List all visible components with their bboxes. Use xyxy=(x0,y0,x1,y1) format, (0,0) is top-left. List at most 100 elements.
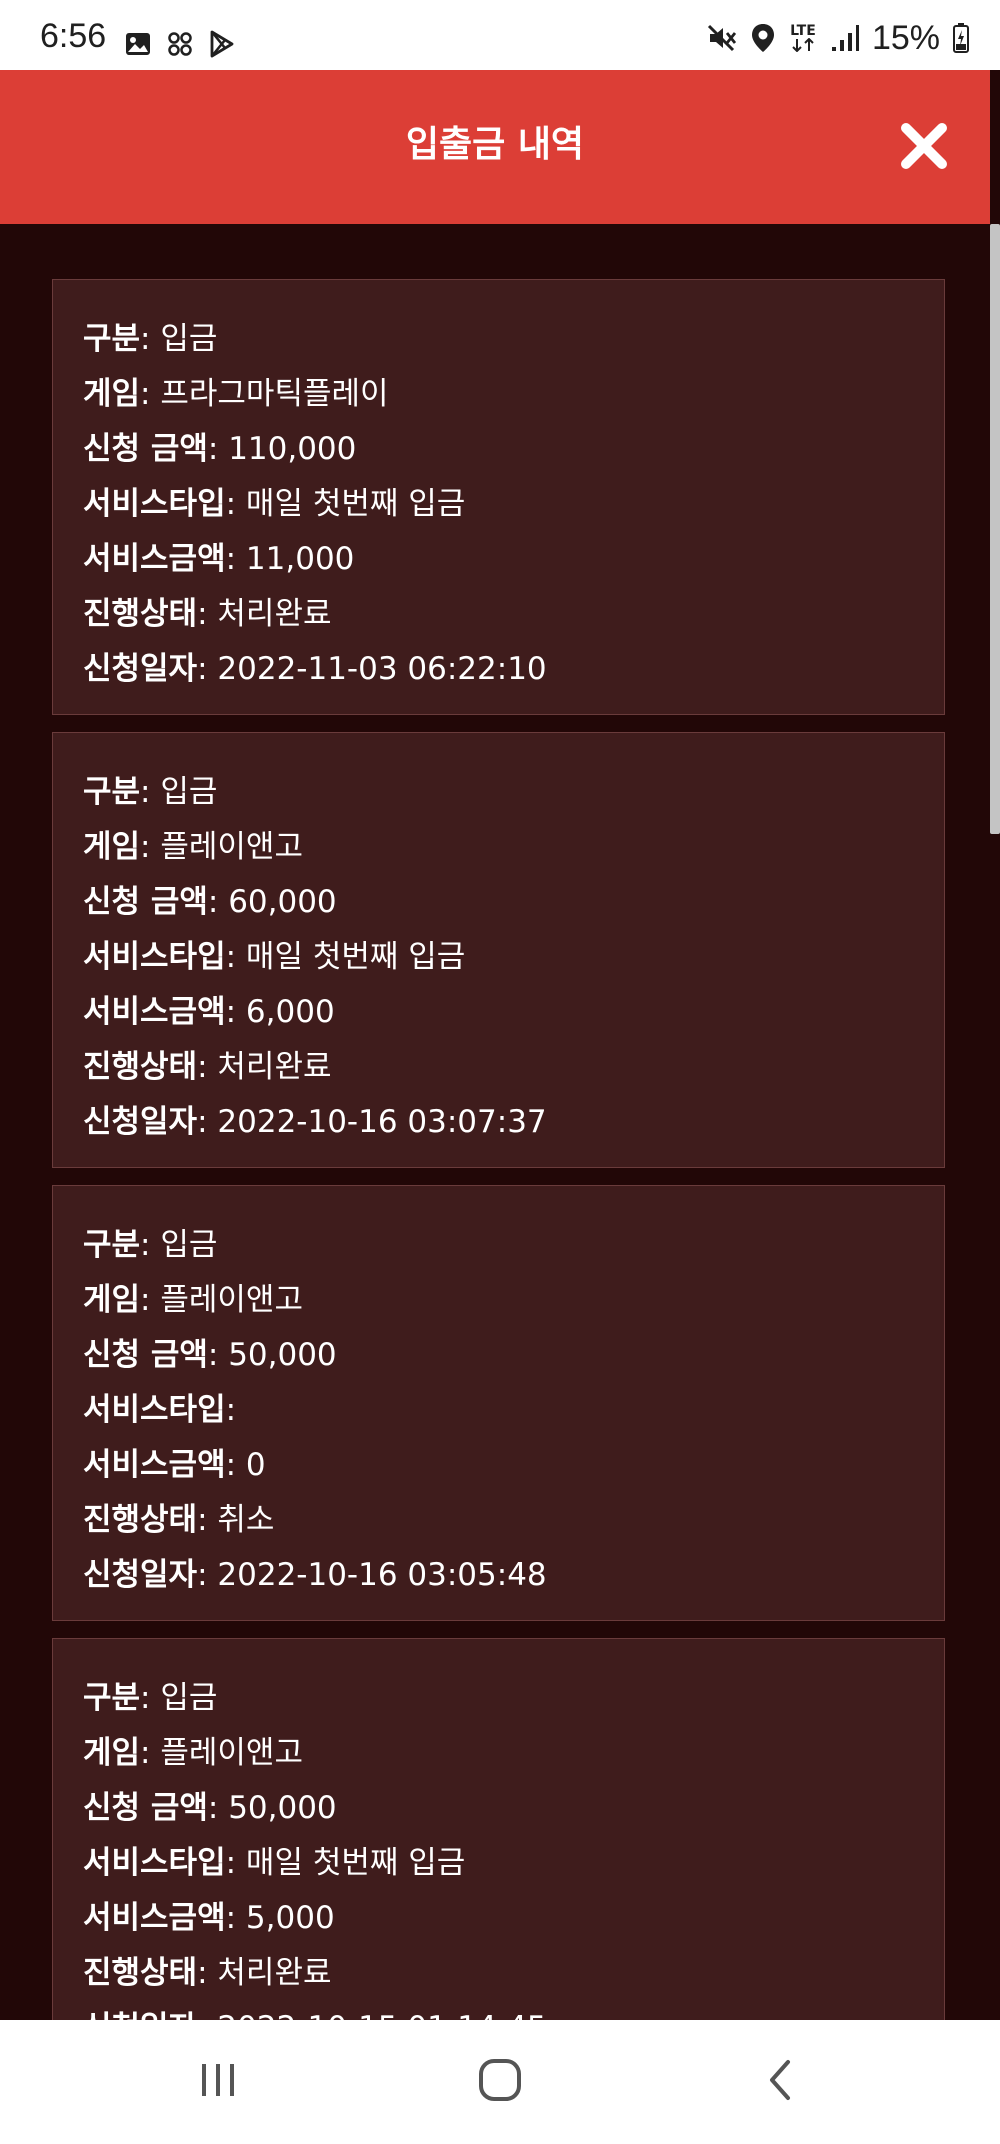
service-type-value: 매일 첫번째 입금 xyxy=(245,486,466,522)
date-value: 2022-10-16 03:05:48 xyxy=(217,1557,547,1593)
service-type-value: 매일 첫번째 입금 xyxy=(245,939,466,975)
app-header: 입출금 내역 xyxy=(0,70,990,224)
amount-label: 신청 금액 xyxy=(83,884,208,920)
separator: : xyxy=(140,376,161,412)
separator: : xyxy=(140,1735,161,1771)
amount-value: 50,000 xyxy=(228,1337,337,1373)
recent-apps-icon xyxy=(196,2060,240,2104)
service-amount-label: 서비스금액 xyxy=(83,994,226,1030)
separator: : xyxy=(225,1392,237,1428)
separator: : xyxy=(197,1557,218,1593)
game-value: 플레이앤고 xyxy=(160,829,303,865)
amount-value: 110,000 xyxy=(228,431,357,467)
row-service-amount: 서비스금액: 0 xyxy=(83,1438,914,1493)
gallery-icon xyxy=(124,30,152,58)
row-status: 진행상태: 처리완료 xyxy=(83,1040,914,1095)
close-button[interactable] xyxy=(898,120,950,172)
separator: : xyxy=(225,486,246,522)
service-type-label: 서비스타입 xyxy=(83,486,226,522)
status-value: 처리완료 xyxy=(217,1955,332,1991)
date-label: 신청일자 xyxy=(83,2010,197,2020)
play-store-icon xyxy=(208,30,236,58)
row-status: 진행상태: 취소 xyxy=(83,1493,914,1548)
lte-label: LTE xyxy=(790,23,816,39)
battery-percentage: 15% xyxy=(871,19,940,57)
apps-icon xyxy=(166,30,194,58)
amount-label: 신청 금액 xyxy=(83,1337,208,1373)
separator: : xyxy=(140,321,161,357)
transaction-list[interactable]: 구분: 입금 게임: 프라그마틱플레이 신청 금액: 110,000 서비스타입… xyxy=(0,224,990,2020)
row-service-amount: 서비스금액: 5,000 xyxy=(83,1891,914,1946)
separator: : xyxy=(207,884,229,920)
service-amount-label: 서비스금액 xyxy=(83,1900,226,1936)
row-date: 신청일자: 2022-10-16 03:07:37 xyxy=(83,1095,914,1150)
separator: : xyxy=(225,994,246,1030)
status-value: 처리완료 xyxy=(217,1049,332,1085)
separator: : xyxy=(197,651,218,687)
close-icon xyxy=(898,123,950,176)
separator: : xyxy=(197,1049,218,1085)
status-value: 취소 xyxy=(217,1502,275,1538)
row-amount: 신청 금액: 50,000 xyxy=(83,1328,914,1383)
category-value: 입금 xyxy=(160,774,218,810)
status-time: 6:56 xyxy=(40,17,107,55)
row-service-amount: 서비스금액: 6,000 xyxy=(83,985,914,1040)
status-bar: 6:56 LTE 15% xyxy=(0,0,1000,70)
back-button[interactable] xyxy=(748,2050,812,2114)
separator: : xyxy=(140,1282,161,1318)
row-category: 구분: 입금 xyxy=(83,312,914,367)
date-value: 2022-10-16 03:07:37 xyxy=(217,1104,547,1140)
date-label: 신청일자 xyxy=(83,1557,198,1593)
game-value: 프라그마틱플레이 xyxy=(160,376,389,412)
game-label: 게임 xyxy=(83,1735,141,1771)
recent-apps-button[interactable] xyxy=(186,2050,250,2114)
separator: : xyxy=(140,1680,161,1716)
row-service-type: 서비스타입: 매일 첫번째 입금 xyxy=(83,477,914,532)
row-service-type: 서비스타입: 매일 첫번째 입금 xyxy=(83,930,914,985)
status-value: 처리완료 xyxy=(217,596,332,632)
row-service-amount: 서비스금액: 11,000 xyxy=(83,532,914,587)
category-label: 구분 xyxy=(83,321,141,357)
scrollbar-thumb[interactable] xyxy=(990,224,1000,834)
service-type-label: 서비스타입 xyxy=(83,1845,226,1881)
game-label: 게임 xyxy=(83,376,141,412)
row-game: 게임: 플레이앤고 xyxy=(83,820,914,875)
lte-indicator: LTE xyxy=(788,24,818,52)
row-service-type: 서비스타입: xyxy=(83,1383,914,1438)
amount-value: 60,000 xyxy=(228,884,337,920)
row-service-type: 서비스타입: 매일 첫번째 입금 xyxy=(83,1836,914,1891)
separator: : xyxy=(225,1845,246,1881)
service-type-value: 매일 첫번째 입금 xyxy=(245,1845,466,1881)
separator: : xyxy=(225,1900,246,1936)
row-date: 신청일자: 2022-11-03 06:22:10 xyxy=(83,642,914,697)
status-label: 진행상태 xyxy=(83,1955,198,1991)
service-type-label: 서비스타입 xyxy=(83,939,226,975)
row-game: 게임: 플레이앤고 xyxy=(83,1726,914,1781)
amount-value: 50,000 xyxy=(228,1790,337,1826)
status-label: 진행상태 xyxy=(83,1502,198,1538)
service-amount-label: 서비스금액 xyxy=(83,1447,226,1483)
category-label: 구분 xyxy=(83,1680,141,1716)
separator: : xyxy=(197,1502,218,1538)
notification-icons xyxy=(124,24,236,64)
row-date: 신청일자: 2022-10-15 01:14:45 xyxy=(83,2001,914,2020)
row-date: 신청일자: 2022-10-16 03:05:48 xyxy=(83,1548,914,1603)
row-status: 진행상태: 처리완료 xyxy=(83,1946,914,2001)
home-icon xyxy=(477,2057,523,2107)
transaction-card: 구분: 입금 게임: 플레이앤고 신청 금액: 60,000 서비스타입: 매일… xyxy=(52,732,945,1168)
navigation-bar xyxy=(0,2020,1000,2144)
game-label: 게임 xyxy=(83,1282,141,1318)
separator: : xyxy=(197,1104,218,1140)
date-value: 2022-10-15 01:14:45 xyxy=(217,2010,546,2020)
amount-label: 신청 금액 xyxy=(83,1790,208,1826)
row-game: 게임: 프라그마틱플레이 xyxy=(83,367,914,422)
separator: : xyxy=(207,1337,229,1373)
game-value: 플레이앤고 xyxy=(160,1735,303,1771)
separator: : xyxy=(140,829,161,865)
category-label: 구분 xyxy=(83,774,141,810)
service-amount-value: 11,000 xyxy=(245,541,355,577)
separator: : xyxy=(225,939,246,975)
back-icon xyxy=(762,2058,798,2106)
service-amount-value: 5,000 xyxy=(245,1900,335,1936)
home-button[interactable] xyxy=(468,2050,532,2114)
